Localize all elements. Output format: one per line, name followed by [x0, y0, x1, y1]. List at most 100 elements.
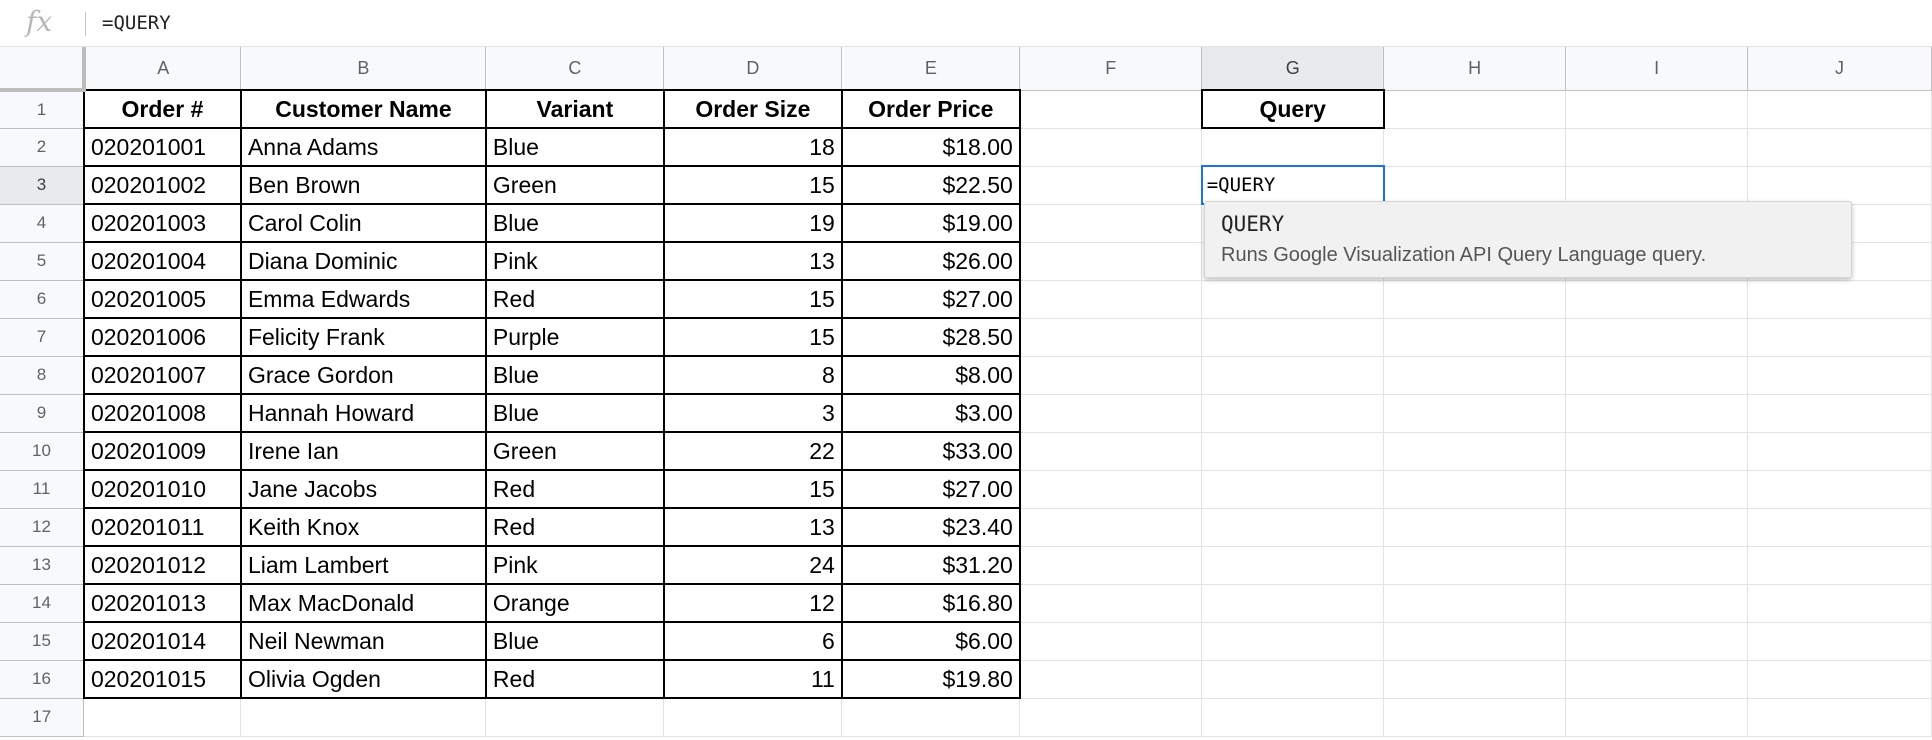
order-number-cell[interactable]: 020201015: [82, 659, 242, 699]
cell[interactable]: [1747, 660, 1932, 699]
variant-cell[interactable]: Blue: [484, 393, 665, 433]
customer-name-cell[interactable]: Neil Newman: [239, 621, 487, 661]
active-cell-g3[interactable]: =QUERY: [1200, 165, 1385, 205]
variant-cell[interactable]: Pink: [484, 241, 665, 281]
cell[interactable]: [1383, 508, 1567, 547]
customer-name-cell[interactable]: Emma Edwards: [239, 279, 487, 319]
cell[interactable]: [1565, 432, 1749, 471]
header-cell-variant[interactable]: Variant: [484, 89, 665, 129]
variant-cell[interactable]: Red: [484, 469, 665, 509]
order-price-cell[interactable]: $6.00: [840, 621, 1021, 661]
row-header[interactable]: 14: [0, 584, 85, 623]
customer-name-cell[interactable]: Felicity Frank: [239, 317, 487, 357]
row-header[interactable]: 1: [0, 90, 85, 129]
row-header[interactable]: 3: [0, 166, 85, 205]
cell[interactable]: [1383, 318, 1567, 357]
cell[interactable]: [1201, 356, 1385, 395]
header-cell-query[interactable]: Query: [1200, 89, 1385, 129]
cell[interactable]: [1565, 698, 1749, 737]
order-size-cell[interactable]: 6: [662, 621, 843, 661]
customer-name-cell[interactable]: Anna Adams: [239, 127, 487, 167]
order-number-cell[interactable]: 020201014: [82, 621, 242, 661]
column-header-i[interactable]: I: [1565, 47, 1749, 91]
variant-cell[interactable]: Green: [484, 431, 665, 471]
order-number-cell[interactable]: 020201004: [82, 241, 242, 281]
cell[interactable]: [1019, 698, 1203, 737]
cell[interactable]: [1201, 508, 1385, 547]
cell[interactable]: [1565, 470, 1749, 509]
column-header-b[interactable]: B: [240, 47, 487, 91]
cell[interactable]: [1565, 318, 1749, 357]
cell[interactable]: [1019, 280, 1203, 319]
customer-name-cell[interactable]: Diana Dominic: [239, 241, 487, 281]
cell[interactable]: [1201, 280, 1385, 319]
order-size-cell[interactable]: 12: [662, 583, 843, 623]
cell[interactable]: [1747, 698, 1932, 737]
row-header[interactable]: 8: [0, 356, 85, 395]
cell[interactable]: [1201, 698, 1385, 737]
variant-cell[interactable]: Green: [484, 165, 665, 205]
cell[interactable]: [1565, 280, 1749, 319]
select-all-corner[interactable]: [0, 47, 86, 92]
variant-cell[interactable]: Pink: [484, 545, 665, 585]
cell[interactable]: [1383, 166, 1567, 205]
cell[interactable]: [1747, 622, 1932, 661]
row-header[interactable]: 9: [0, 394, 85, 433]
order-number-cell[interactable]: 020201011: [82, 507, 242, 547]
row-header[interactable]: 12: [0, 508, 85, 547]
customer-name-cell[interactable]: Max MacDonald: [239, 583, 487, 623]
column-header-g[interactable]: G: [1201, 47, 1385, 91]
order-number-cell[interactable]: 020201005: [82, 279, 242, 319]
cell[interactable]: [1747, 508, 1932, 547]
column-header-f[interactable]: F: [1019, 47, 1203, 91]
cell[interactable]: [1565, 394, 1749, 433]
cell[interactable]: [1019, 128, 1203, 167]
header-cell-customer-name[interactable]: Customer Name: [239, 89, 487, 129]
cell[interactable]: [1383, 660, 1567, 699]
customer-name-cell[interactable]: Hannah Howard: [239, 393, 487, 433]
order-price-cell[interactable]: $33.00: [840, 431, 1021, 471]
order-price-cell[interactable]: $22.50: [840, 165, 1021, 205]
cell[interactable]: [1565, 508, 1749, 547]
cell[interactable]: [1019, 90, 1203, 129]
row-header[interactable]: 5: [0, 242, 85, 281]
cell[interactable]: [841, 698, 1021, 737]
cell[interactable]: [1019, 166, 1203, 205]
variant-cell[interactable]: Red: [484, 659, 665, 699]
cell[interactable]: [1565, 90, 1749, 129]
order-price-cell[interactable]: $27.00: [840, 469, 1021, 509]
order-number-cell[interactable]: 020201012: [82, 545, 242, 585]
row-header[interactable]: 2: [0, 128, 85, 167]
cell[interactable]: [1383, 280, 1567, 319]
cell[interactable]: [1383, 432, 1567, 471]
column-header-j[interactable]: J: [1747, 47, 1932, 91]
column-header-e[interactable]: E: [841, 47, 1021, 91]
cell[interactable]: [1201, 470, 1385, 509]
order-size-cell[interactable]: 8: [662, 355, 843, 395]
cell[interactable]: [1747, 470, 1932, 509]
cell[interactable]: [1019, 242, 1203, 281]
order-price-cell[interactable]: $19.80: [840, 659, 1021, 699]
cell[interactable]: [1747, 584, 1932, 623]
cell[interactable]: [1019, 584, 1203, 623]
customer-name-cell[interactable]: Olivia Ogden: [239, 659, 487, 699]
cell[interactable]: [1747, 128, 1932, 167]
cell[interactable]: [1019, 660, 1203, 699]
order-size-cell[interactable]: 18: [662, 127, 843, 167]
row-header[interactable]: 16: [0, 660, 85, 699]
cell[interactable]: [1201, 622, 1385, 661]
customer-name-cell[interactable]: Grace Gordon: [239, 355, 487, 395]
cell[interactable]: [1747, 90, 1932, 129]
order-size-cell[interactable]: 24: [662, 545, 843, 585]
row-header[interactable]: 10: [0, 432, 85, 471]
cell[interactable]: [1201, 394, 1385, 433]
order-size-cell[interactable]: 19: [662, 203, 843, 243]
order-size-cell[interactable]: 15: [662, 279, 843, 319]
variant-cell[interactable]: Purple: [484, 317, 665, 357]
header-cell-order-price[interactable]: Order Price: [840, 89, 1021, 129]
variant-cell[interactable]: Blue: [484, 203, 665, 243]
cell[interactable]: [1201, 318, 1385, 357]
variant-cell[interactable]: Blue: [484, 127, 665, 167]
order-size-cell[interactable]: 15: [662, 165, 843, 205]
cell[interactable]: [1747, 280, 1932, 319]
